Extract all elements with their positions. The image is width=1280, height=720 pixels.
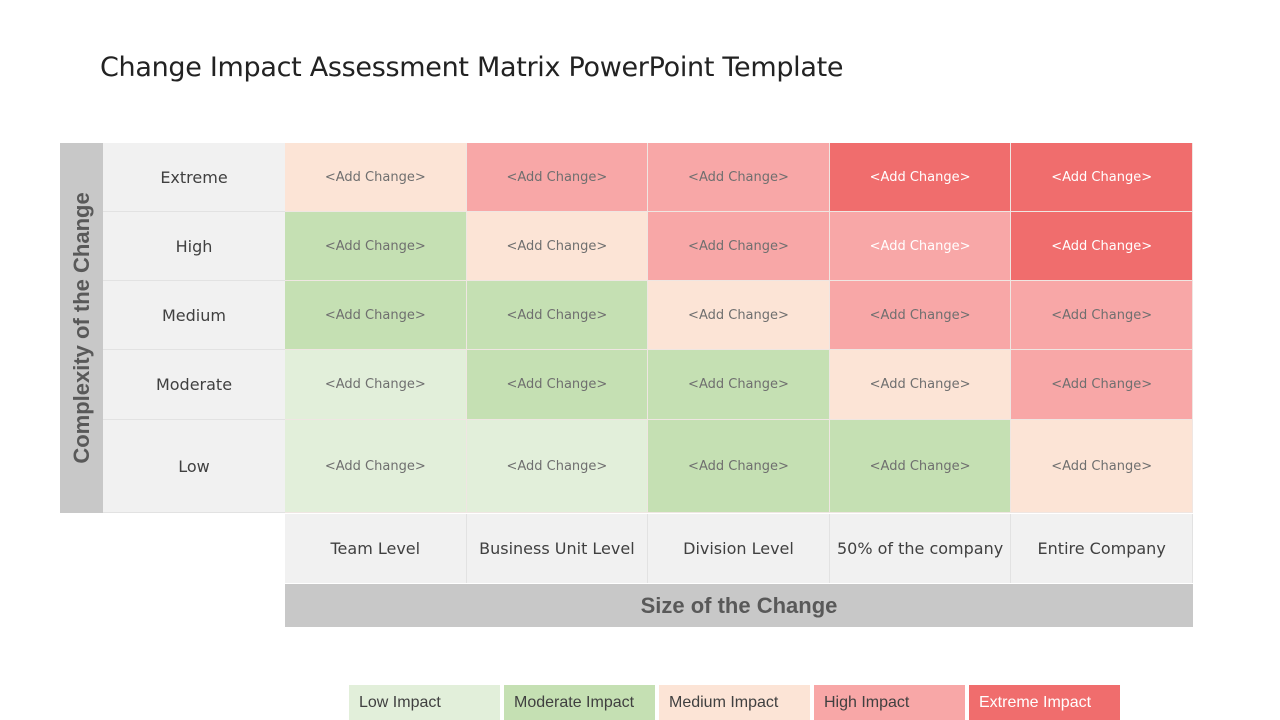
matrix-cell[interactable]: <Add Change>: [466, 143, 649, 212]
row-label-medium: Medium: [103, 281, 285, 350]
legend-item-moderate: Moderate Impact: [504, 685, 655, 720]
row-label-moderate: Moderate: [103, 350, 285, 420]
matrix-cell[interactable]: <Add Change>: [1011, 420, 1193, 513]
matrix-row: <Add Change> <Add Change> <Add Change> <Add…: [285, 281, 1193, 350]
x-axis-label-bar: Size of the Change: [285, 584, 1193, 627]
column-headers: Team Level Business Unit Level Division Le…: [285, 514, 1193, 583]
matrix-cell[interactable]: <Add Change>: [1011, 212, 1193, 281]
legend-item-medium: Medium Impact: [659, 685, 810, 720]
matrix-cell[interactable]: <Add Change>: [285, 420, 467, 513]
matrix-cell[interactable]: <Add Change>: [1011, 281, 1193, 350]
legend-item-high: High Impact: [814, 685, 965, 720]
legend: Low Impact Moderate Impact Medium Impact Hi…: [349, 685, 1120, 720]
matrix-cell[interactable]: <Add Change>: [648, 420, 830, 513]
matrix-cell[interactable]: <Add Change>: [829, 420, 1012, 513]
row-label-low: Low: [103, 420, 285, 513]
row-labels: Extreme High Medium Moderate Low: [103, 143, 285, 513]
impact-matrix: <Add Change> <Add Change> <Add Change> <Add…: [285, 143, 1193, 513]
matrix-cell[interactable]: <Add Change>: [648, 350, 830, 420]
matrix-cell[interactable]: <Add Change>: [648, 212, 830, 281]
legend-item-low: Low Impact: [349, 685, 500, 720]
matrix-cell[interactable]: <Add Change>: [648, 143, 830, 212]
matrix-row: <Add Change> <Add Change> <Add Change> <Add…: [285, 350, 1193, 420]
matrix-cell[interactable]: <Add Change>: [1011, 143, 1193, 212]
matrix-cell[interactable]: <Add Change>: [285, 212, 467, 281]
row-label-high: High: [103, 212, 285, 281]
matrix-cell[interactable]: <Add Change>: [285, 350, 467, 420]
matrix-cell[interactable]: <Add Change>: [829, 281, 1012, 350]
column-header: Division Level: [648, 514, 830, 583]
matrix-cell[interactable]: <Add Change>: [829, 212, 1012, 281]
matrix-cell[interactable]: <Add Change>: [466, 420, 649, 513]
matrix-cell[interactable]: <Add Change>: [466, 350, 649, 420]
y-axis-label-bar: Complexity of the Change: [60, 143, 103, 513]
matrix-row: <Add Change> <Add Change> <Add Change> <Add…: [285, 420, 1193, 513]
matrix-cell[interactable]: <Add Change>: [285, 281, 467, 350]
matrix-cell[interactable]: <Add Change>: [1011, 350, 1193, 420]
matrix-cell[interactable]: <Add Change>: [466, 212, 649, 281]
matrix-cell[interactable]: <Add Change>: [285, 143, 467, 212]
column-header: 50% of the company: [829, 514, 1012, 583]
y-axis-label: Complexity of the Change: [68, 192, 94, 464]
matrix-cell[interactable]: <Add Change>: [829, 350, 1012, 420]
matrix-row: <Add Change> <Add Change> <Add Change> <Add…: [285, 143, 1193, 212]
matrix-cell[interactable]: <Add Change>: [829, 143, 1012, 212]
matrix-cell[interactable]: <Add Change>: [466, 281, 649, 350]
page-title: Change Impact Assessment Matrix PowerPoi…: [100, 52, 844, 83]
column-header: Team Level: [285, 514, 467, 583]
matrix-row: <Add Change> <Add Change> <Add Change> <Add…: [285, 212, 1193, 281]
row-label-extreme: Extreme: [103, 143, 285, 212]
x-axis-label: Size of the Change: [640, 592, 838, 618]
column-header: Entire Company: [1011, 514, 1193, 583]
matrix-cell[interactable]: <Add Change>: [648, 281, 830, 350]
column-header: Business Unit Level: [466, 514, 649, 583]
legend-item-extreme: Extreme Impact: [969, 685, 1120, 720]
